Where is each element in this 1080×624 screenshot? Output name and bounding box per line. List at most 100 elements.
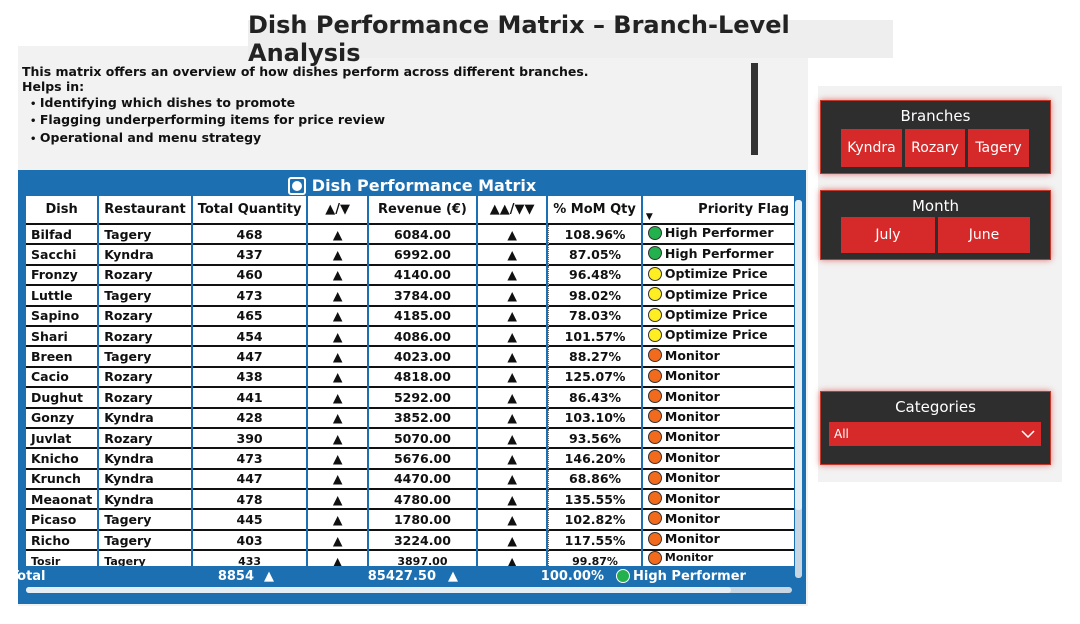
col-total-quantity[interactable]: Total Quantity bbox=[192, 196, 307, 225]
divider-bar bbox=[751, 63, 758, 155]
table-row[interactable]: Cacio Rozary 438 ▲ 4818.00 ▲ 125.07% Monitor bbox=[26, 367, 794, 389]
flag-label: High Performer bbox=[664, 225, 774, 241]
quantity-cell: 473 bbox=[192, 449, 307, 470]
month-slicer-title: Month bbox=[911, 197, 959, 215]
dish-cell: Picaso bbox=[26, 510, 98, 531]
quantity-cell: 403 bbox=[192, 530, 307, 552]
flag-dot-icon bbox=[647, 470, 662, 485]
priority-flag-cell: Monitor bbox=[642, 408, 794, 429]
revenue-cell: 4780.00 bbox=[368, 490, 477, 511]
dish-cell: Cacio bbox=[26, 367, 98, 389]
qty-trend-cell: ▲ bbox=[308, 265, 367, 287]
flag-dot-icon bbox=[647, 389, 662, 404]
categories-dropdown[interactable]: All bbox=[829, 422, 1041, 446]
revenue-cell: 4086.00 bbox=[368, 326, 477, 348]
col-revenue-trend[interactable]: ▲▲/▼▼ bbox=[478, 196, 547, 225]
branches-slicer: Branches Kyndra Rozary Tagery bbox=[820, 100, 1051, 174]
qty-trend-cell: ▲ bbox=[308, 551, 367, 567]
mom-cell: 146.20% bbox=[548, 449, 641, 470]
col-qty-trend[interactable]: ▲/▼ bbox=[308, 196, 367, 225]
revenue-trend-cell: ▲ bbox=[478, 225, 547, 246]
revenue-trend-cell: ▲ bbox=[478, 449, 547, 470]
restaurant-cell: Tagery bbox=[99, 347, 191, 368]
total-label: Total bbox=[10, 568, 46, 584]
qty-trend-cell: ▲ bbox=[308, 306, 367, 327]
flag-dot-icon bbox=[647, 327, 662, 342]
revenue-trend-cell: ▲ bbox=[478, 551, 547, 567]
flag-label: Monitor bbox=[664, 368, 720, 384]
table-row[interactable]: Fronzy Rozary 460 ▲ 4140.00 ▲ 96.48% Optimize P… bbox=[26, 265, 794, 287]
revenue-cell: 3224.00 bbox=[368, 530, 477, 552]
revenue-cell: 4185.00 bbox=[368, 306, 477, 327]
dish-performance-matrix: Dish Performance Matrix Dish Restaurant … bbox=[18, 170, 806, 604]
col-priority-flag[interactable]: Priority Flag ▼ bbox=[642, 196, 794, 225]
total-flag-label: High Performer bbox=[633, 568, 746, 584]
total-qty-arrow: ▲ bbox=[264, 568, 274, 584]
priority-flag-cell: Monitor bbox=[642, 449, 794, 470]
priority-flag-cell: Optimize Price bbox=[642, 306, 794, 327]
revenue-trend-cell: ▲ bbox=[478, 428, 547, 450]
dish-cell: Krunch bbox=[26, 469, 98, 491]
dish-cell: Luttle bbox=[26, 286, 98, 307]
table-row[interactable]: Richo Tagery 403 ▲ 3224.00 ▲ 117.55% Monitor bbox=[26, 530, 794, 552]
flag-dot-icon bbox=[647, 551, 662, 566]
header-row: Dish Restaurant Total Quantity ▲/▼ Reven… bbox=[26, 196, 794, 225]
restaurant-cell: Tagery bbox=[99, 510, 191, 531]
revenue-cell: 6992.00 bbox=[368, 245, 477, 266]
table-row[interactable]: Tosir Tagery 433 ▲ 3897.00 ▲ 99.87% Monitor bbox=[26, 551, 794, 567]
restaurant-cell: Kyndra bbox=[99, 490, 191, 511]
description: This matrix offers an overview of how di… bbox=[22, 64, 752, 147]
revenue-trend-cell: ▲ bbox=[478, 286, 547, 307]
flag-label: Optimize Price bbox=[664, 327, 768, 343]
revenue-trend-cell: ▲ bbox=[478, 530, 547, 552]
table-row[interactable]: Dughut Rozary 441 ▲ 5292.00 ▲ 86.43% Monitor bbox=[26, 388, 794, 409]
table-row[interactable]: Krunch Kyndra 447 ▲ 4470.00 ▲ 68.86% Monitor bbox=[26, 469, 794, 491]
dish-cell: Sapino bbox=[26, 306, 98, 327]
restaurant-cell: Rozary bbox=[99, 428, 191, 450]
branch-tagery-button[interactable]: Tagery bbox=[968, 129, 1029, 167]
mom-cell: 101.57% bbox=[548, 326, 641, 348]
month-june-button[interactable]: June bbox=[938, 217, 1030, 253]
table-row[interactable]: Knicho Kyndra 473 ▲ 5676.00 ▲ 146.20% Monitor bbox=[26, 449, 794, 470]
table-row[interactable]: Sacchi Kyndra 437 ▲ 6992.00 ▲ 87.05% High Perfo… bbox=[26, 245, 794, 266]
dish-cell: Breen bbox=[26, 347, 98, 368]
table-row[interactable]: Gonzy Kyndra 428 ▲ 3852.00 ▲ 103.10% Monitor bbox=[26, 408, 794, 429]
flag-dot-icon bbox=[616, 569, 630, 583]
col-dish[interactable]: Dish bbox=[26, 196, 98, 225]
col-restaurant[interactable]: Restaurant bbox=[99, 196, 191, 225]
qty-trend-cell: ▲ bbox=[308, 286, 367, 307]
table-row[interactable]: Breen Tagery 447 ▲ 4023.00 ▲ 88.27% Monitor bbox=[26, 347, 794, 368]
table-row[interactable]: Juvlat Rozary 390 ▲ 5070.00 ▲ 93.56% Monitor bbox=[26, 428, 794, 450]
qty-trend-cell: ▲ bbox=[308, 530, 367, 552]
flag-label: Monitor bbox=[664, 490, 720, 506]
table-row[interactable]: Bilfad Tagery 468 ▲ 6084.00 ▲ 108.96% High Perf… bbox=[26, 225, 794, 246]
branch-kyndra-button[interactable]: Kyndra bbox=[841, 129, 902, 167]
priority-flag-cell: Optimize Price bbox=[642, 326, 794, 348]
dish-cell: Shari bbox=[26, 326, 98, 348]
total-row: Total 8854 ▲ 85427.50 ▲ 100.00% High Per… bbox=[6, 565, 778, 587]
table-row[interactable]: Meaonat Kyndra 478 ▲ 4780.00 ▲ 135.55% Monitor bbox=[26, 490, 794, 511]
horizontal-scrollbar[interactable] bbox=[26, 587, 792, 593]
month-july-button[interactable]: July bbox=[841, 217, 935, 253]
matrix-header: Dish Performance Matrix bbox=[18, 176, 806, 195]
table-row[interactable]: Picaso Tagery 445 ▲ 1780.00 ▲ 102.82% Monitor bbox=[26, 510, 794, 531]
priority-flag-cell: Monitor bbox=[642, 469, 794, 491]
col-mom-qty[interactable]: % MoM Qty bbox=[548, 196, 641, 225]
qty-trend-cell: ▲ bbox=[308, 347, 367, 368]
col-revenue[interactable]: Revenue (€) bbox=[368, 196, 477, 225]
branch-rozary-button[interactable]: Rozary bbox=[905, 129, 965, 167]
vertical-scrollbar[interactable] bbox=[795, 200, 802, 578]
table-row[interactable]: Sapino Rozary 465 ▲ 4185.00 ▲ 78.03% Optimize P… bbox=[26, 306, 794, 327]
flag-dot-icon bbox=[647, 266, 662, 281]
revenue-cell: 3897.00 bbox=[368, 551, 477, 567]
flag-label: Optimize Price bbox=[664, 286, 768, 302]
qty-trend-cell: ▲ bbox=[308, 408, 367, 429]
priority-flag-cell: Monitor bbox=[642, 388, 794, 409]
total-revenue-arrow: ▲ bbox=[448, 568, 458, 584]
description-helps-in: Helps in: bbox=[22, 79, 85, 95]
qty-trend-cell: ▲ bbox=[308, 510, 367, 531]
sort-desc-icon[interactable]: ▼ bbox=[646, 212, 653, 222]
table-row[interactable]: Shari Rozary 454 ▲ 4086.00 ▲ 101.57% Optimize P… bbox=[26, 326, 794, 348]
table-row[interactable]: Luttle Tagery 473 ▲ 3784.00 ▲ 98.02% Optimize P… bbox=[26, 286, 794, 307]
quantity-cell: 438 bbox=[192, 367, 307, 389]
